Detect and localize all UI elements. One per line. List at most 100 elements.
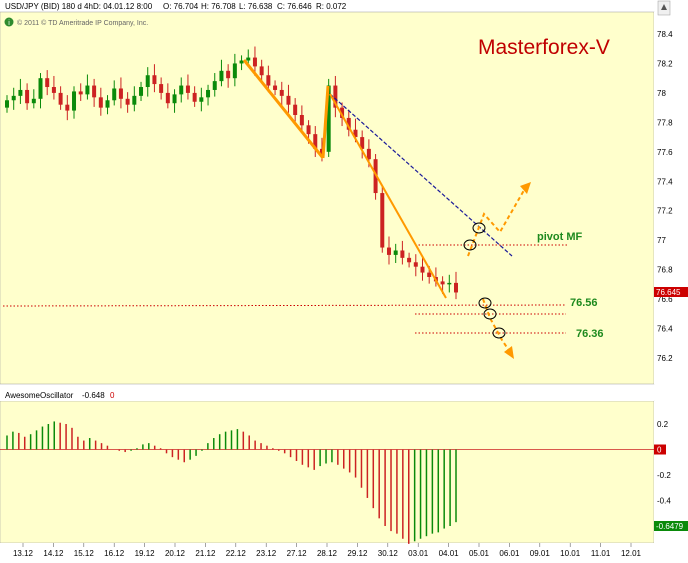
- candle-body: [219, 70, 224, 82]
- price-tick-label: 77.6: [657, 148, 673, 157]
- copyright-label: © 2011 © TD Ameritrade IP Company, Inc.: [17, 19, 148, 27]
- candle-body: [273, 85, 278, 90]
- candle-body: [440, 281, 445, 285]
- time-tick-label: 05.01: [469, 549, 490, 558]
- candle-body: [45, 78, 50, 88]
- candle-body: [393, 250, 398, 255]
- open-label: O: 76.704: [163, 2, 199, 11]
- time-tick-label: 11.01: [591, 549, 611, 558]
- candle-body: [132, 95, 137, 105]
- time-tick-label: 15.12: [74, 549, 95, 558]
- price-tick-label: 78.2: [657, 59, 673, 68]
- high-label: H: 76.708: [201, 2, 236, 11]
- chart-header: USD/JPY (BID) 180 d 4h D: 04.01.12 8:00 …: [5, 2, 347, 11]
- watermark: Masterforex-V: [478, 36, 610, 59]
- price-tick-label: 77.2: [657, 207, 673, 216]
- candle-body: [78, 91, 83, 95]
- close-label: C: 76.646: [277, 2, 312, 11]
- candle-body: [65, 104, 70, 111]
- oscillator-pane: [0, 400, 655, 544]
- candle-body: [454, 282, 458, 293]
- symbol-label: USD/JPY (BID) 180 d 4h: [5, 2, 93, 11]
- candle-body: [51, 87, 56, 93]
- candle-body: [85, 85, 90, 95]
- time-tick-label: 22.12: [226, 549, 247, 558]
- candle-body: [179, 85, 184, 95]
- candle-body: [407, 257, 412, 263]
- candle-body: [266, 75, 271, 86]
- time-tick-label: 23.12: [256, 549, 277, 558]
- time-tick-label: 27.12: [287, 549, 308, 558]
- candle-body: [380, 193, 385, 248]
- osc-last-label: -0.6479: [656, 522, 684, 531]
- candle-body: [366, 148, 371, 160]
- time-tick-label: 20.12: [165, 549, 186, 558]
- time-tick-label: 10.01: [560, 549, 581, 558]
- time-tick-label: 12.01: [621, 549, 642, 558]
- price-tick-label: 76.2: [657, 354, 673, 363]
- candle-body: [185, 85, 190, 93]
- time-tick-label: 06.01: [499, 549, 520, 558]
- candle-body: [139, 87, 144, 96]
- candle-body: [5, 100, 9, 108]
- oscillator-name: AwesomeOscillator: [5, 391, 74, 400]
- price-tick-label: 76.8: [657, 266, 673, 275]
- candle-body: [420, 266, 425, 273]
- time-tick-label: 03.01: [408, 549, 429, 558]
- candle-body: [25, 89, 30, 104]
- level-label-2: 76.36: [576, 328, 604, 340]
- candle-body: [400, 250, 405, 258]
- candle-body: [159, 84, 164, 93]
- candle-body: [259, 66, 264, 76]
- candle-body: [293, 104, 298, 115]
- osc-tick-label: -0.2: [657, 471, 671, 480]
- pivot-label: pivot MF: [537, 231, 582, 243]
- candle-body: [38, 78, 43, 99]
- time-tick-label: 19.12: [135, 549, 156, 558]
- candle-body: [145, 75, 150, 88]
- candle-body: [118, 88, 123, 99]
- candle-body: [427, 272, 432, 277]
- time-tick-label: 30.12: [378, 549, 399, 558]
- time-tick-label: 14.12: [43, 549, 64, 558]
- candle-body: [165, 92, 170, 104]
- price-tick-label: 77: [657, 236, 666, 245]
- time-tick-label: 29.12: [347, 549, 368, 558]
- osc-tick-label: 0.2: [657, 420, 669, 429]
- range-label: R: 0.072: [316, 2, 347, 11]
- candle-body: [206, 89, 211, 98]
- candle-body: [306, 125, 311, 135]
- date-label: D: 04.01.12 8:00: [93, 2, 153, 11]
- candle-body: [199, 97, 204, 102]
- candle-body: [226, 70, 231, 79]
- oscillator-header: AwesomeOscillator -0.648 0: [5, 391, 115, 400]
- candle-body: [112, 88, 117, 101]
- candle-body: [125, 98, 130, 105]
- candle-body: [58, 92, 63, 105]
- oscillator-zero: 0: [110, 391, 115, 400]
- candle-body: [31, 98, 36, 104]
- time-tick-label: 21.12: [195, 549, 216, 558]
- time-tick-label: 13.12: [13, 549, 34, 558]
- candle-body: [286, 95, 291, 105]
- price-tick-label: 78: [657, 89, 666, 98]
- last-price-label: 76.645: [656, 288, 681, 297]
- candle-body: [232, 63, 237, 79]
- candle-body: [252, 57, 257, 67]
- candle-body: [413, 262, 418, 267]
- candle-body: [447, 282, 452, 285]
- candle-body: [72, 91, 77, 111]
- candle-body: [246, 57, 251, 61]
- arrow-icon[interactable]: [657, 0, 671, 16]
- low-label: L: 76.638: [239, 2, 273, 11]
- osc-tick-label: -0.4: [657, 497, 671, 506]
- candle-body: [98, 97, 103, 108]
- osc-tick-label: 0: [657, 446, 662, 455]
- candle-body: [11, 95, 16, 101]
- candle-body: [18, 89, 23, 96]
- candle-body: [105, 100, 110, 108]
- candle-body: [92, 85, 97, 98]
- price-tick-label: 78.4: [657, 30, 673, 39]
- chart-panel: USD/JPY (BID) 180 d 4h D: 04.01.12 8:00 …: [0, 0, 688, 563]
- candle-body: [299, 115, 304, 126]
